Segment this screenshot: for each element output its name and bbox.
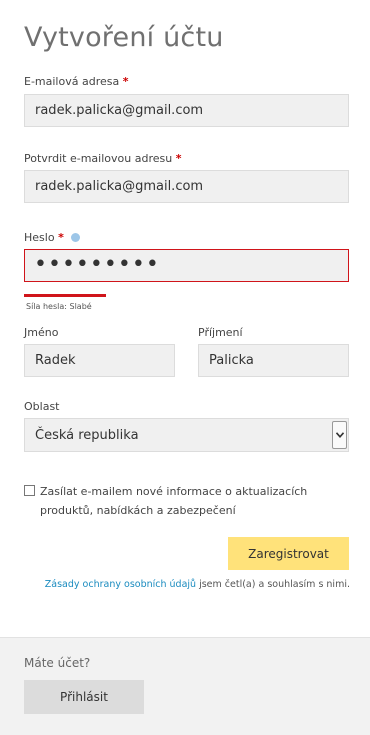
password-label-text: Heslo bbox=[24, 231, 55, 244]
password-strength-text: Síla hesla: Slabé bbox=[26, 302, 92, 311]
region-select-value: Česká republika bbox=[35, 427, 139, 443]
privacy-consent-text: jsem četl(a) a souhlasím s nimi. bbox=[196, 579, 350, 590]
confirm-email-label: Potvrdit e-mailovou adresu * bbox=[24, 152, 181, 165]
chevron-down-icon-glyph bbox=[335, 432, 344, 438]
first-name-field[interactable]: Radek bbox=[24, 344, 175, 377]
info-icon[interactable] bbox=[71, 232, 81, 242]
region-select[interactable]: Česká republika bbox=[24, 418, 349, 452]
region-label: Oblast bbox=[24, 400, 60, 413]
footer-panel: Máte účet? Přihlásit bbox=[0, 637, 370, 735]
required-marker: * bbox=[122, 75, 129, 88]
confirm-email-field[interactable]: radek.palicka@gmail.com bbox=[24, 170, 349, 203]
email-label: E-mailová adresa * bbox=[24, 75, 128, 88]
last-name-field[interactable]: Palicka bbox=[198, 344, 349, 377]
email-field[interactable]: radek.palicka@gmail.com bbox=[24, 94, 349, 127]
newsletter-checkbox[interactable] bbox=[24, 485, 35, 496]
password-field[interactable]: ••••••••• bbox=[24, 249, 349, 282]
required-marker: * bbox=[58, 231, 64, 244]
page-title: Vytvoření účtu bbox=[24, 22, 224, 53]
required-marker: * bbox=[175, 152, 182, 165]
last-name-label: Příjmení bbox=[198, 326, 243, 339]
password-strength-bar bbox=[24, 294, 106, 297]
password-label: Heslo * bbox=[24, 231, 81, 244]
chevron-down-icon[interactable] bbox=[332, 421, 347, 449]
email-label-text: E-mailová adresa bbox=[24, 75, 120, 88]
privacy-notice: Zásady ochrany osobních údajů jsem četl(… bbox=[45, 579, 350, 590]
login-button[interactable]: Přihlásit bbox=[24, 680, 144, 714]
first-name-label: Jméno bbox=[24, 326, 59, 339]
have-account-text: Máte účet? bbox=[24, 656, 91, 670]
confirm-email-label-text: Potvrdit e-mailovou adresu bbox=[24, 152, 173, 165]
newsletter-label[interactable]: Zasílat e-mailem nové informace o aktual… bbox=[40, 482, 358, 520]
register-button[interactable]: Zaregistrovat bbox=[228, 537, 349, 570]
privacy-policy-link[interactable]: Zásady ochrany osobních údajů bbox=[45, 579, 196, 590]
